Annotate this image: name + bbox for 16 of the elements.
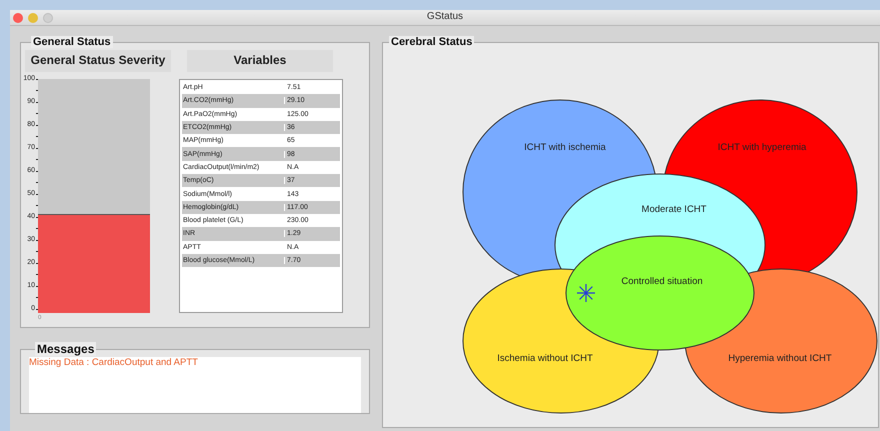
panel-title: Messages [35, 343, 96, 356]
close-button[interactable] [13, 12, 23, 22]
panel-title: Cerebral Status [389, 37, 474, 48]
message-text: Missing Data : CardiacOutput and APTT [29, 357, 199, 368]
window-title: GStatus [426, 11, 464, 23]
region-label: ICHT with hyperemia [718, 142, 806, 153]
region-label: Controlled situation [621, 276, 703, 287]
region-label: ICHT with ischemia [524, 142, 606, 153]
minimize-button[interactable] [28, 12, 38, 22]
region-label: Moderate ICHT [642, 204, 706, 215]
region-label: Hyperemia without ICHT [728, 353, 832, 364]
region-label: Ischemia without ICHT [497, 353, 593, 364]
column-heading: Variables [187, 50, 333, 72]
panel-title: General Status [31, 36, 113, 48]
zoom-button[interactable] [43, 12, 53, 22]
column-heading: General Status Severity [25, 50, 171, 72]
